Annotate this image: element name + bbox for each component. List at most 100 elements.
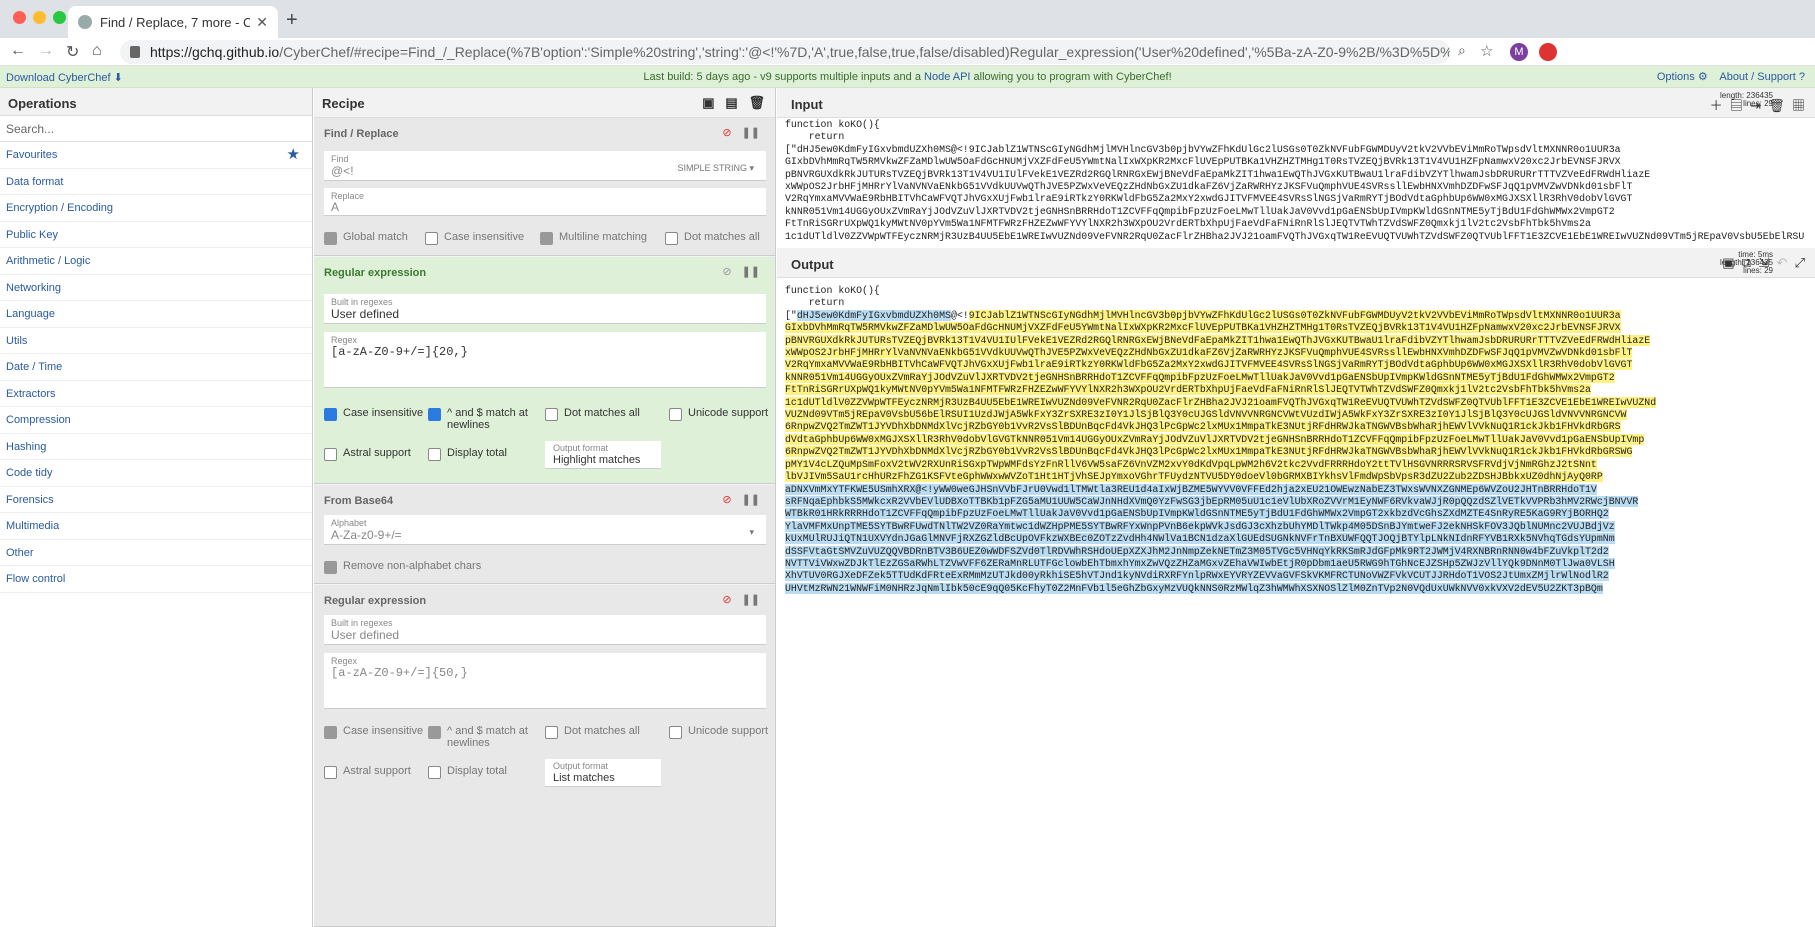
unicode-support-checkbox[interactable]: Unicode support: [669, 407, 768, 421]
load-recipe-icon[interactable]: ▤: [725, 95, 737, 110]
category-forensics[interactable]: Forensics: [0, 487, 312, 513]
disable-icon[interactable]: ⊘: [722, 127, 731, 139]
find-type-dropdown[interactable]: SIMPLE STRING ▾: [677, 163, 754, 174]
builtin-regex-select[interactable]: Built in regexes User defined: [324, 615, 766, 645]
input-line: function koKO(){: [785, 119, 880, 130]
output-textarea[interactable]: function koKO(){ return ["dHJ5ew0KdmFyIGx…: [785, 285, 1805, 927]
disable-icon[interactable]: ⊘: [722, 594, 731, 606]
home-icon[interactable]: ⌂: [92, 42, 102, 60]
disable-icon[interactable]: ⊘: [722, 494, 731, 506]
regex-operation-1[interactable]: Regular expression ⊘ ❚❚ Built in regexes …: [314, 257, 775, 484]
replace-input-icon[interactable]: ⇲: [1758, 255, 1769, 270]
operations-search-input[interactable]: Search...: [0, 116, 312, 142]
maximise-icon[interactable]: ⤢: [1795, 255, 1805, 270]
save-output-icon[interactable]: ▣: [1722, 255, 1734, 270]
category-encryption-encoding[interactable]: Encryption / Encoding: [0, 195, 312, 222]
category-multimedia[interactable]: Multimedia: [0, 513, 312, 540]
dot-matches-all-checkbox[interactable]: Dot matches all: [545, 725, 640, 739]
favicon-icon: [78, 15, 92, 29]
back-icon[interactable]: ←: [10, 42, 26, 60]
regex-operation-2[interactable]: Regular expression ⊘ ❚❚ Built in regexes …: [314, 585, 775, 927]
lock-icon: [130, 46, 140, 58]
bookmark-star-icon[interactable]: ☆: [1480, 42, 1493, 60]
forward-icon[interactable]: →: [38, 42, 54, 60]
category-extractors[interactable]: Extractors: [0, 381, 312, 407]
category-data-format[interactable]: Data format: [0, 169, 312, 195]
breakpoint-icon[interactable]: ❚❚: [742, 266, 760, 278]
input-line: pBNVRGUXdkRkJUTURsTVZEQjBVRk13T1V4VU1IUl…: [785, 168, 1651, 180]
node-api-link[interactable]: Node API: [924, 71, 970, 83]
regex-input[interactable]: Regex [a-zA-Z0-9+/=]{20,}: [324, 332, 766, 388]
download-cyberchef-link[interactable]: Download CyberChef ⬇: [6, 71, 123, 84]
global-match-checkbox[interactable]: Global match: [324, 231, 408, 245]
category-flow-control[interactable]: Flow control: [0, 566, 312, 593]
from-base64-operation[interactable]: From Base64 ⊘ ❚❚ Alphabet A-Za-z0-9+/= ▾ …: [314, 485, 775, 584]
case-insensitive-checkbox[interactable]: Case insensitive: [324, 407, 423, 421]
case-insensitive-checkbox[interactable]: Case insensitive: [425, 231, 524, 245]
remove-non-alphabet-checkbox[interactable]: Remove non-alphabet chars: [324, 560, 481, 574]
astral-support-checkbox[interactable]: Astral support: [324, 765, 411, 779]
add-input-icon[interactable]: ＋: [1710, 98, 1723, 113]
maximize-window-button[interactable]: [53, 11, 66, 24]
category-arithmetic-logic[interactable]: Arithmetic / Logic: [0, 248, 312, 275]
replace-field[interactable]: Replace A: [324, 188, 766, 216]
category-compression[interactable]: Compression: [0, 407, 312, 434]
category-favourites[interactable]: Favourites ★: [0, 142, 312, 169]
undo-icon[interactable]: ↶: [1776, 255, 1787, 270]
output-format-select[interactable]: Output format List matches: [545, 759, 661, 787]
builtin-regex-select[interactable]: Built in regexes User defined: [324, 294, 766, 324]
clear-recipe-icon[interactable]: 🗑: [748, 95, 765, 110]
minimize-window-button[interactable]: [33, 11, 46, 24]
display-total-checkbox[interactable]: Display total: [428, 447, 507, 461]
alphabet-select[interactable]: Alphabet A-Za-z0-9+/= ▾: [324, 515, 766, 545]
reload-icon[interactable]: ↻: [66, 42, 79, 62]
open-folder-icon[interactable]: ▤: [1730, 98, 1743, 113]
regex-match: dHJ5ew0KdmFyIGxvbmdUZXh0MS: [796, 309, 951, 321]
breakpoint-icon[interactable]: ❚❚: [742, 494, 760, 506]
category-code-tidy[interactable]: Code tidy: [0, 460, 312, 487]
output-title: Output: [791, 257, 834, 272]
close-tab-icon[interactable]: ✕: [256, 14, 268, 31]
multiline-anchor-checkbox[interactable]: ^ and $ match at newlines: [428, 725, 538, 749]
open-file-icon[interactable]: ⇥: [1750, 98, 1761, 113]
zoom-icon[interactable]: ⌕: [1458, 42, 1466, 59]
profile-avatar[interactable]: M: [1510, 43, 1528, 61]
multiline-matching-checkbox[interactable]: Multiline matching: [540, 231, 647, 245]
reset-layout-icon[interactable]: ▦: [1792, 98, 1805, 113]
save-recipe-icon[interactable]: ▣: [702, 95, 714, 110]
notice-banner: Last build: 5 days ago - v9 supports mul…: [0, 66, 1815, 88]
case-insensitive-checkbox[interactable]: Case insensitive: [324, 725, 423, 739]
input-textarea[interactable]: function koKO(){ return ["dHJ5ew0KdmFyIGx…: [785, 119, 1805, 241]
new-tab-icon[interactable]: +: [286, 9, 298, 32]
dot-matches-all-checkbox[interactable]: Dot matches all: [665, 231, 760, 245]
options-button[interactable]: Options ⚙: [1657, 71, 1708, 83]
browser-tab[interactable]: Find / Replace, 7 more - Cyber ✕: [68, 6, 278, 38]
address-bar[interactable]: https://gchq.github.io/CyberChef/#recipe…: [120, 40, 1450, 64]
dot-matches-all-checkbox[interactable]: Dot matches all: [545, 407, 640, 421]
category-other[interactable]: Other: [0, 540, 312, 566]
output-line: kNNR051Vm14UGGyOUxZVmRaYjJOdVZuVlJXRTVDV…: [785, 371, 1805, 384]
category-date-time[interactable]: Date / Time: [0, 354, 312, 381]
astral-support-checkbox[interactable]: Astral support: [324, 447, 411, 461]
banner-right-links: Options ⚙ About / Support ?: [1657, 70, 1805, 83]
clear-input-icon[interactable]: 🗑: [1768, 98, 1785, 113]
category-hashing[interactable]: Hashing: [0, 434, 312, 460]
extension-icon[interactable]: [1539, 43, 1557, 61]
unicode-support-checkbox[interactable]: Unicode support: [669, 725, 768, 739]
copy-output-icon[interactable]: ⧉: [1742, 255, 1751, 270]
about-support-button[interactable]: About / Support ?: [1719, 71, 1805, 83]
breakpoint-icon[interactable]: ❚❚: [742, 594, 760, 606]
breakpoint-icon[interactable]: ❚❚: [742, 127, 760, 139]
regex-input[interactable]: Regex [a-zA-Z0-9+/=]{50,}: [324, 653, 766, 709]
find-field[interactable]: Find @<! SIMPLE STRING ▾: [324, 151, 766, 181]
category-public-key[interactable]: Public Key: [0, 222, 312, 248]
category-language[interactable]: Language: [0, 301, 312, 328]
close-window-button[interactable]: [13, 11, 26, 24]
display-total-checkbox[interactable]: Display total: [428, 765, 507, 779]
multiline-anchor-checkbox[interactable]: ^ and $ match at newlines: [428, 407, 538, 431]
category-utils[interactable]: Utils: [0, 328, 312, 354]
category-networking[interactable]: Networking: [0, 275, 312, 301]
disable-icon[interactable]: ⊘: [722, 266, 731, 278]
output-format-select[interactable]: Output format Highlight matches: [545, 441, 661, 469]
find-replace-operation[interactable]: Find / Replace ⊘ ❚❚ Find @<! SIMPLE STRIN…: [314, 118, 775, 256]
